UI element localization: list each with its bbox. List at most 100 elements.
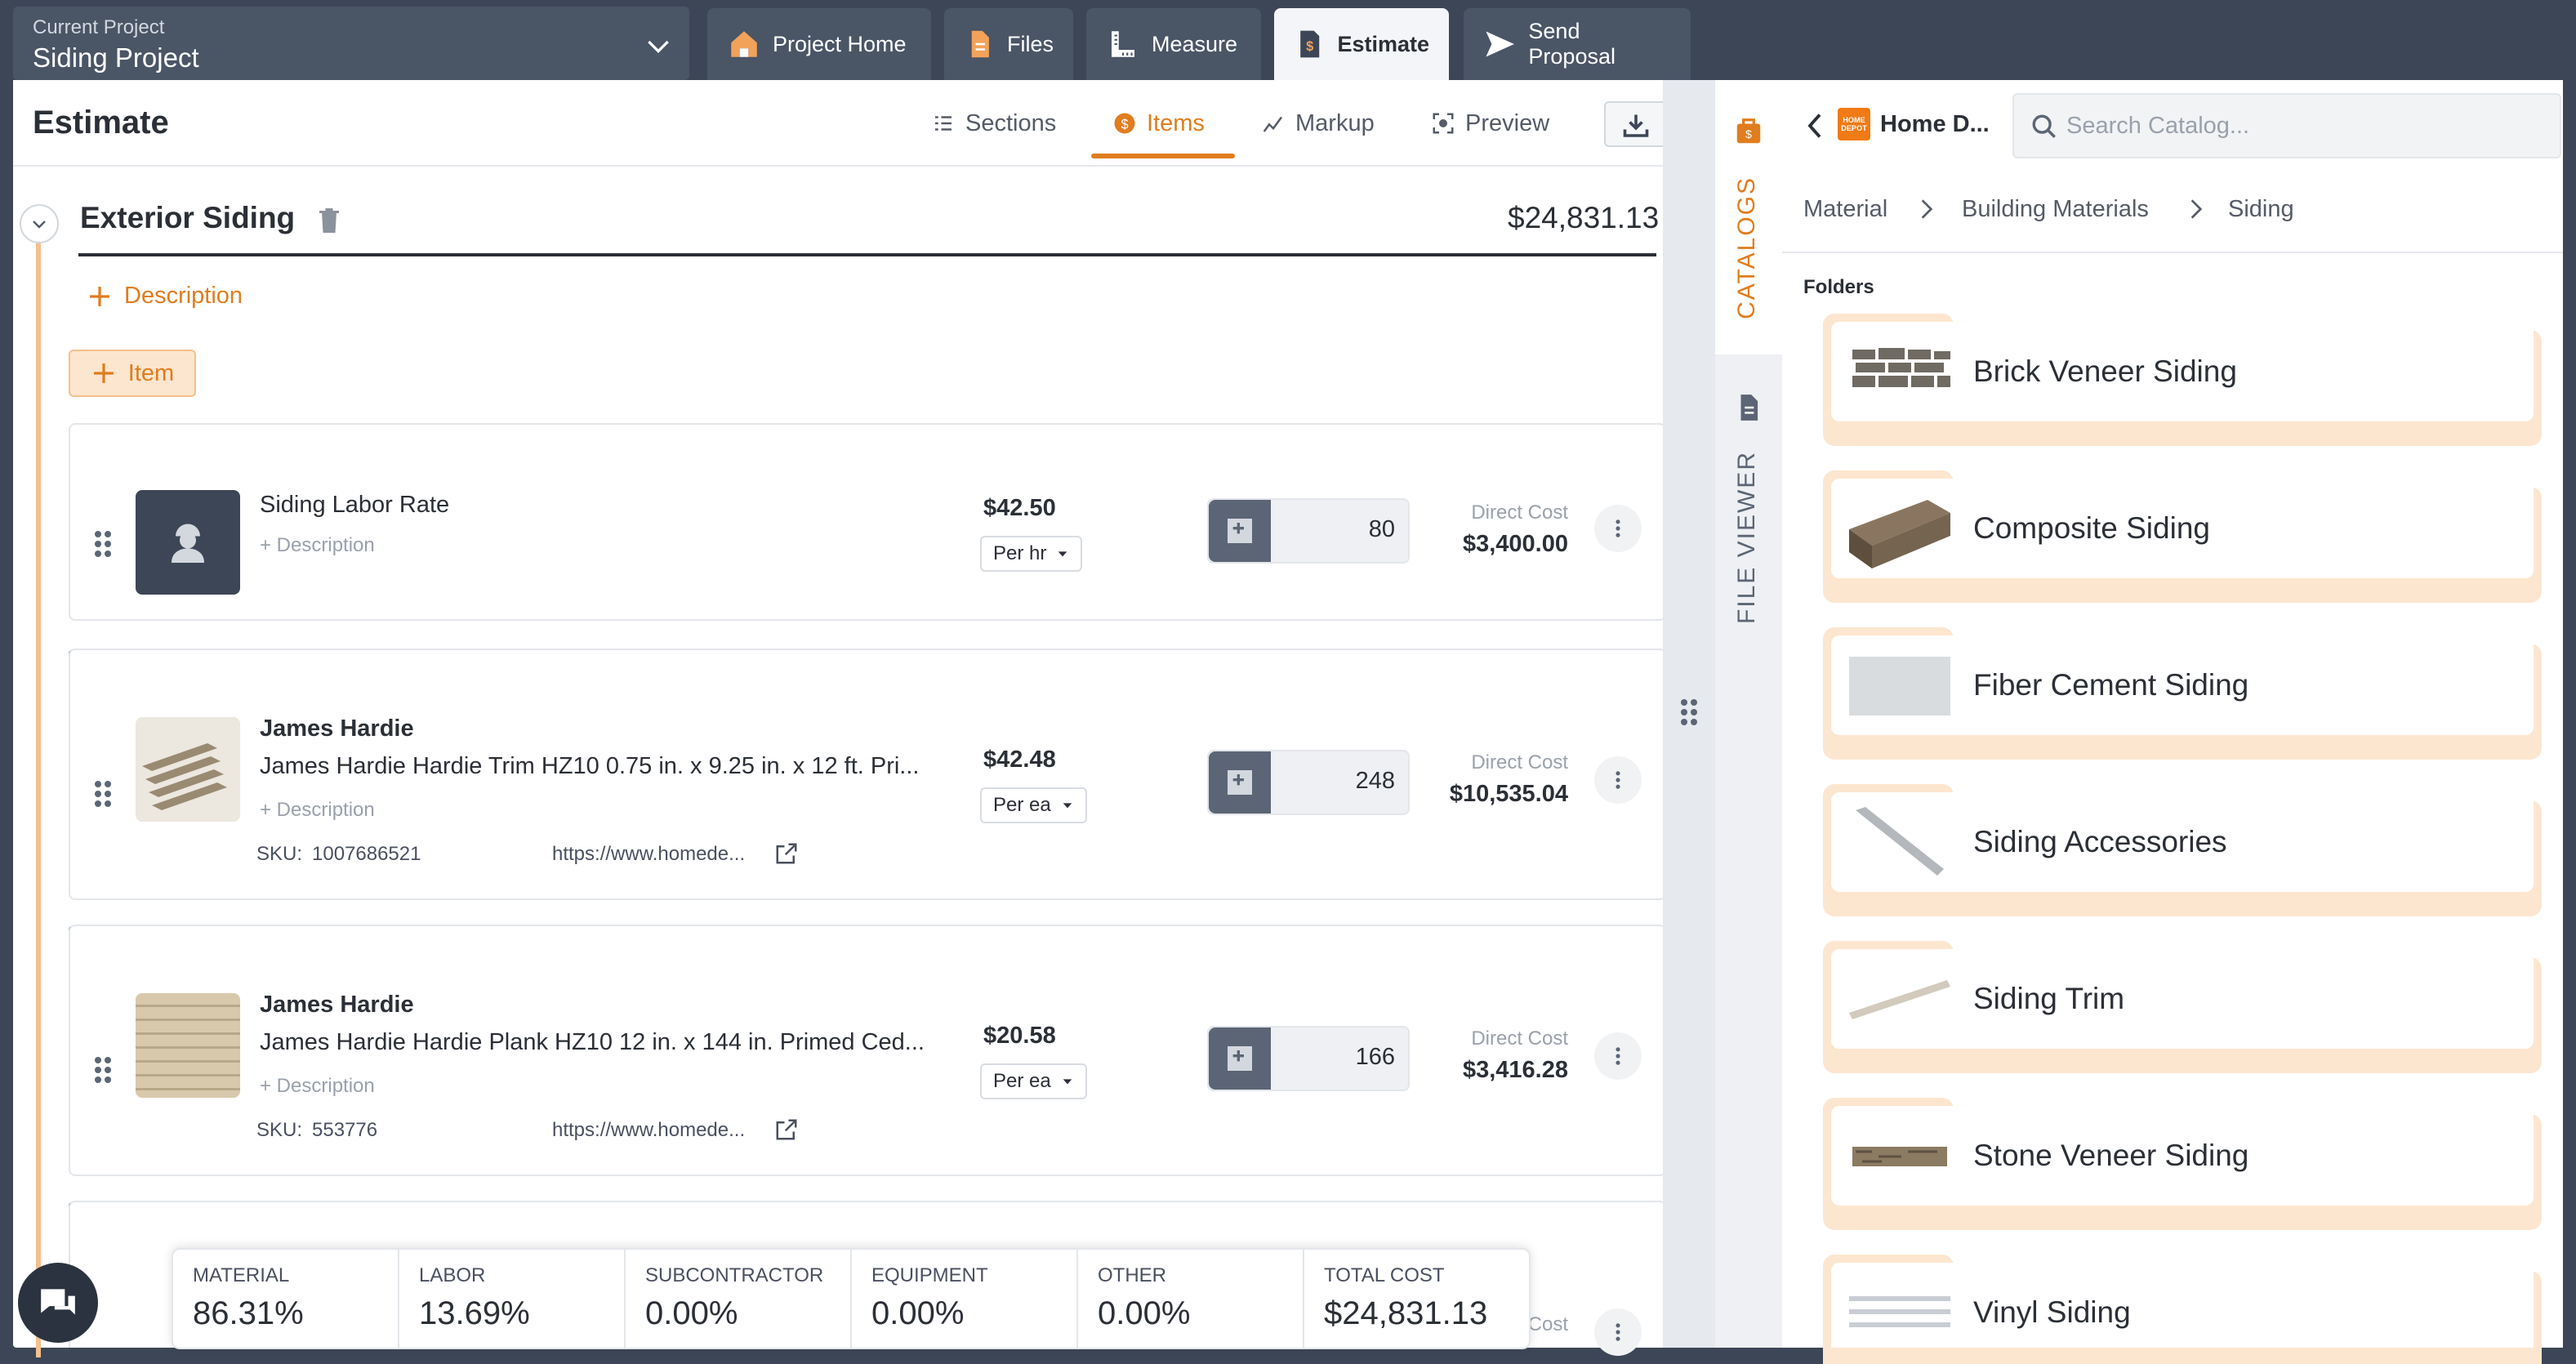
folder-vinyl-siding[interactable]: Vinyl Siding [1823, 1255, 2542, 1364]
folder-thumbnail [1846, 954, 1954, 1044]
tab-items[interactable]: $ Items [1112, 105, 1205, 142]
item-name[interactable]: Siding Labor Rate [260, 492, 449, 519]
kebab-icon [1616, 519, 1620, 537]
add-item-button[interactable]: Item [69, 350, 196, 397]
more-options-button[interactable] [1594, 1032, 1642, 1080]
external-link-icon[interactable] [774, 841, 799, 866]
add-item-description[interactable]: + Description [260, 534, 375, 557]
plus-icon [93, 363, 114, 383]
chat-button[interactable] [18, 1263, 98, 1343]
sku-label: SKU: [256, 1119, 303, 1141]
item-price[interactable]: $42.48 [983, 747, 1056, 773]
unit-dropdown[interactable]: Per ea [980, 787, 1087, 823]
tab-project-home[interactable]: Project Home [707, 8, 931, 80]
breadcrumb-building-materials[interactable]: Building Materials [1962, 196, 2149, 223]
dollar-icon: $ [1114, 113, 1135, 134]
folder-composite-siding[interactable]: Composite Siding [1823, 470, 2542, 603]
tab-files[interactable]: Files [944, 8, 1073, 80]
measure-calc-icon[interactable] [1209, 500, 1271, 562]
estimate-icon: $ [1300, 30, 1320, 58]
item-price[interactable]: $20.58 [983, 1023, 1056, 1050]
measure-calc-icon[interactable] [1209, 751, 1271, 813]
search-input[interactable] [2066, 108, 2540, 144]
external-link-icon[interactable] [774, 1117, 799, 1142]
tab-estimate[interactable]: $ Estimate [1274, 8, 1449, 80]
folder-thumbnail [1846, 797, 1954, 887]
line-item-card: James Hardie James Hardie Hardie Trim HZ… [69, 649, 1666, 900]
kebab-icon [1616, 771, 1620, 789]
direct-cost-value: $3,416.28 [1462, 1057, 1568, 1083]
folder-siding-accessories[interactable]: Siding Accessories [1823, 784, 2542, 916]
add-description-button[interactable]: Description [87, 283, 243, 310]
unit-label: Per ea [993, 1070, 1051, 1092]
summary-value: $24,831.13 [1324, 1295, 1488, 1331]
item-name[interactable]: James Hardie Hardie Trim HZ10 0.75 in. x… [260, 753, 919, 780]
drag-handle-icon[interactable] [93, 779, 113, 809]
folder-fiber-cement-siding[interactable]: Fiber Cement Siding [1823, 627, 2542, 760]
tab-label: Sections [965, 109, 1057, 136]
item-brand: James Hardie [260, 715, 414, 742]
folder-thumbnail [1846, 1111, 1954, 1201]
folder-name: Stone Veneer Siding [1973, 1139, 2249, 1172]
rail-tab-file-viewer[interactable]: FILE VIEWER [1733, 451, 1761, 624]
rail-tab-catalogs[interactable]: $ CATALOGS [1715, 80, 1782, 354]
collapse-section-button[interactable] [20, 204, 59, 243]
rail-label: CATALOGS [1733, 176, 1760, 319]
unit-dropdown[interactable]: Per hr [980, 536, 1083, 572]
drag-handle-icon[interactable] [93, 529, 113, 559]
measure-calc-icon[interactable] [1209, 1027, 1271, 1090]
side-rail: $ CATALOGS FILE VIEWER [1715, 80, 1782, 1348]
product-image [136, 993, 240, 1098]
list-icon [935, 116, 952, 131]
summary-value: 86.31% [193, 1295, 304, 1331]
project-selector[interactable]: Current Project Siding Project [13, 7, 689, 80]
tab-label: Project Home [773, 31, 907, 56]
tab-label: Files [1006, 31, 1054, 56]
catalog-store-name: Home D... [1880, 111, 1990, 137]
home-depot-logo: HOME DEPOT [1838, 108, 1870, 140]
drag-handle-icon[interactable] [1679, 698, 1699, 727]
project-label: Current Project [33, 16, 165, 38]
caret-down-icon [1063, 1079, 1072, 1085]
folder-thumbnail [1846, 640, 1954, 730]
more-options-button[interactable] [1594, 505, 1642, 552]
product-link[interactable]: https://www.homede... [552, 843, 745, 866]
unit-dropdown[interactable]: Per ea [980, 1063, 1087, 1099]
active-tab-indicator [1091, 154, 1235, 158]
panel-resizer[interactable] [1663, 80, 1715, 1348]
more-options-button[interactable] [1594, 1308, 1642, 1356]
worker-icon [136, 490, 240, 595]
product-link[interactable]: https://www.homede... [552, 1119, 745, 1142]
folder-brick-veneer-siding[interactable]: Brick Veneer Siding [1823, 314, 2542, 446]
folder-thumbnail [1846, 484, 1954, 573]
back-arrow-icon[interactable] [1803, 111, 1826, 140]
summary-subcontractor: SUBCONTRACTOR 0.00% [626, 1250, 852, 1348]
summary-label: OTHER [1098, 1264, 1166, 1286]
tab-sections[interactable]: Sections [931, 105, 1056, 142]
download-icon [1623, 114, 1649, 137]
kebab-icon [1616, 1047, 1620, 1065]
folder-stone-veneer-siding[interactable]: Stone Veneer Siding [1823, 1098, 2542, 1230]
section-title[interactable]: Exterior Siding [80, 201, 295, 235]
tab-markup[interactable]: Markup [1261, 105, 1375, 142]
folder-siding-trim[interactable]: Siding Trim [1823, 941, 2542, 1073]
breadcrumb-material[interactable]: Material [1803, 196, 1887, 223]
add-item-description[interactable]: + Description [260, 1075, 375, 1098]
drag-handle-icon[interactable] [93, 1055, 113, 1085]
file-icon[interactable] [1733, 392, 1764, 423]
tab-send-proposal[interactable]: Send Proposal [1464, 8, 1691, 80]
summary-label: LABOR [419, 1264, 486, 1286]
catalog-search[interactable] [2012, 93, 2561, 158]
add-item-description[interactable]: + Description [260, 799, 375, 822]
tab-measure[interactable]: Measure [1086, 8, 1261, 80]
tab-preview[interactable]: Preview [1431, 105, 1549, 142]
summary-total-cost: TOTAL COST $24,831.13 [1304, 1250, 1529, 1348]
chevron-right-icon [2190, 199, 2203, 219]
folder-name: Composite Siding [1973, 511, 2210, 545]
item-name[interactable]: James Hardie Hardie Plank HZ10 12 in. x … [260, 1029, 925, 1056]
trash-icon[interactable] [317, 206, 341, 235]
item-price[interactable]: $42.50 [983, 495, 1056, 522]
more-options-button[interactable] [1594, 756, 1642, 804]
quantity-field[interactable]: 80 [1207, 498, 1410, 564]
download-button[interactable] [1604, 101, 1668, 147]
